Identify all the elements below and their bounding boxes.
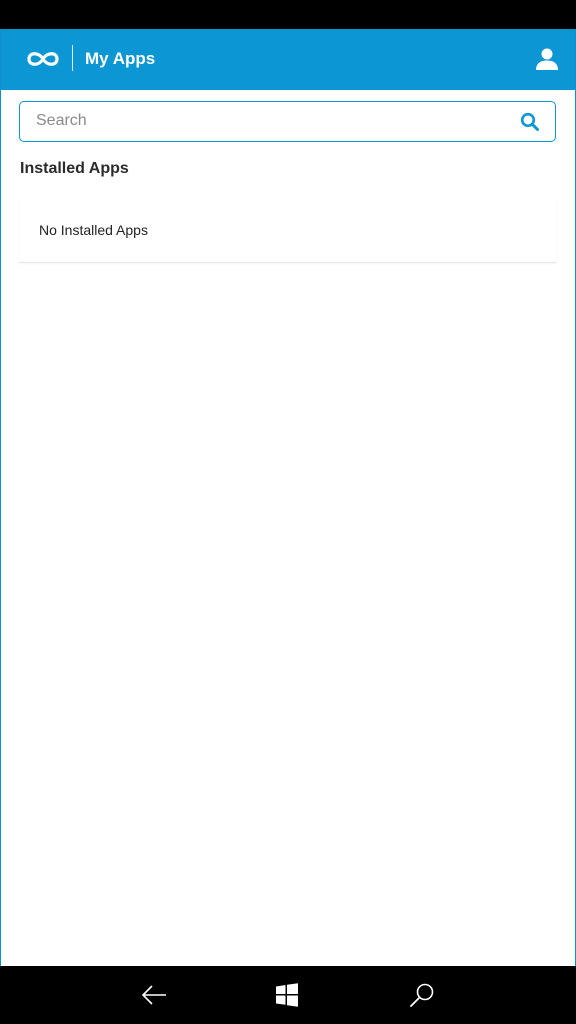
page-title: My Apps <box>85 49 156 68</box>
empty-state-message: No Installed Apps <box>39 222 148 238</box>
user-icon <box>536 48 558 70</box>
app-header: My Apps <box>1 29 575 90</box>
status-bar <box>0 0 576 29</box>
back-button[interactable] <box>139 980 169 1010</box>
installed-apps-list: No Installed Apps <box>19 199 556 263</box>
search-icon <box>410 983 434 1007</box>
nav-search-button[interactable] <box>407 980 437 1010</box>
header-divider <box>72 45 73 71</box>
search-box <box>19 101 556 142</box>
search-button[interactable] <box>519 111 541 133</box>
system-nav-bar <box>0 966 576 1024</box>
windows-icon <box>276 983 298 1007</box>
search-input[interactable] <box>36 102 506 140</box>
user-profile-button[interactable] <box>533 45 561 73</box>
home-button[interactable] <box>272 980 302 1010</box>
installed-apps-heading: Installed Apps <box>20 160 129 177</box>
app-window: My Apps Installed Apps No Installed Apps <box>0 29 576 966</box>
search-icon <box>520 112 539 131</box>
infinity-logo-icon <box>27 52 59 66</box>
back-arrow-icon <box>141 985 166 1005</box>
